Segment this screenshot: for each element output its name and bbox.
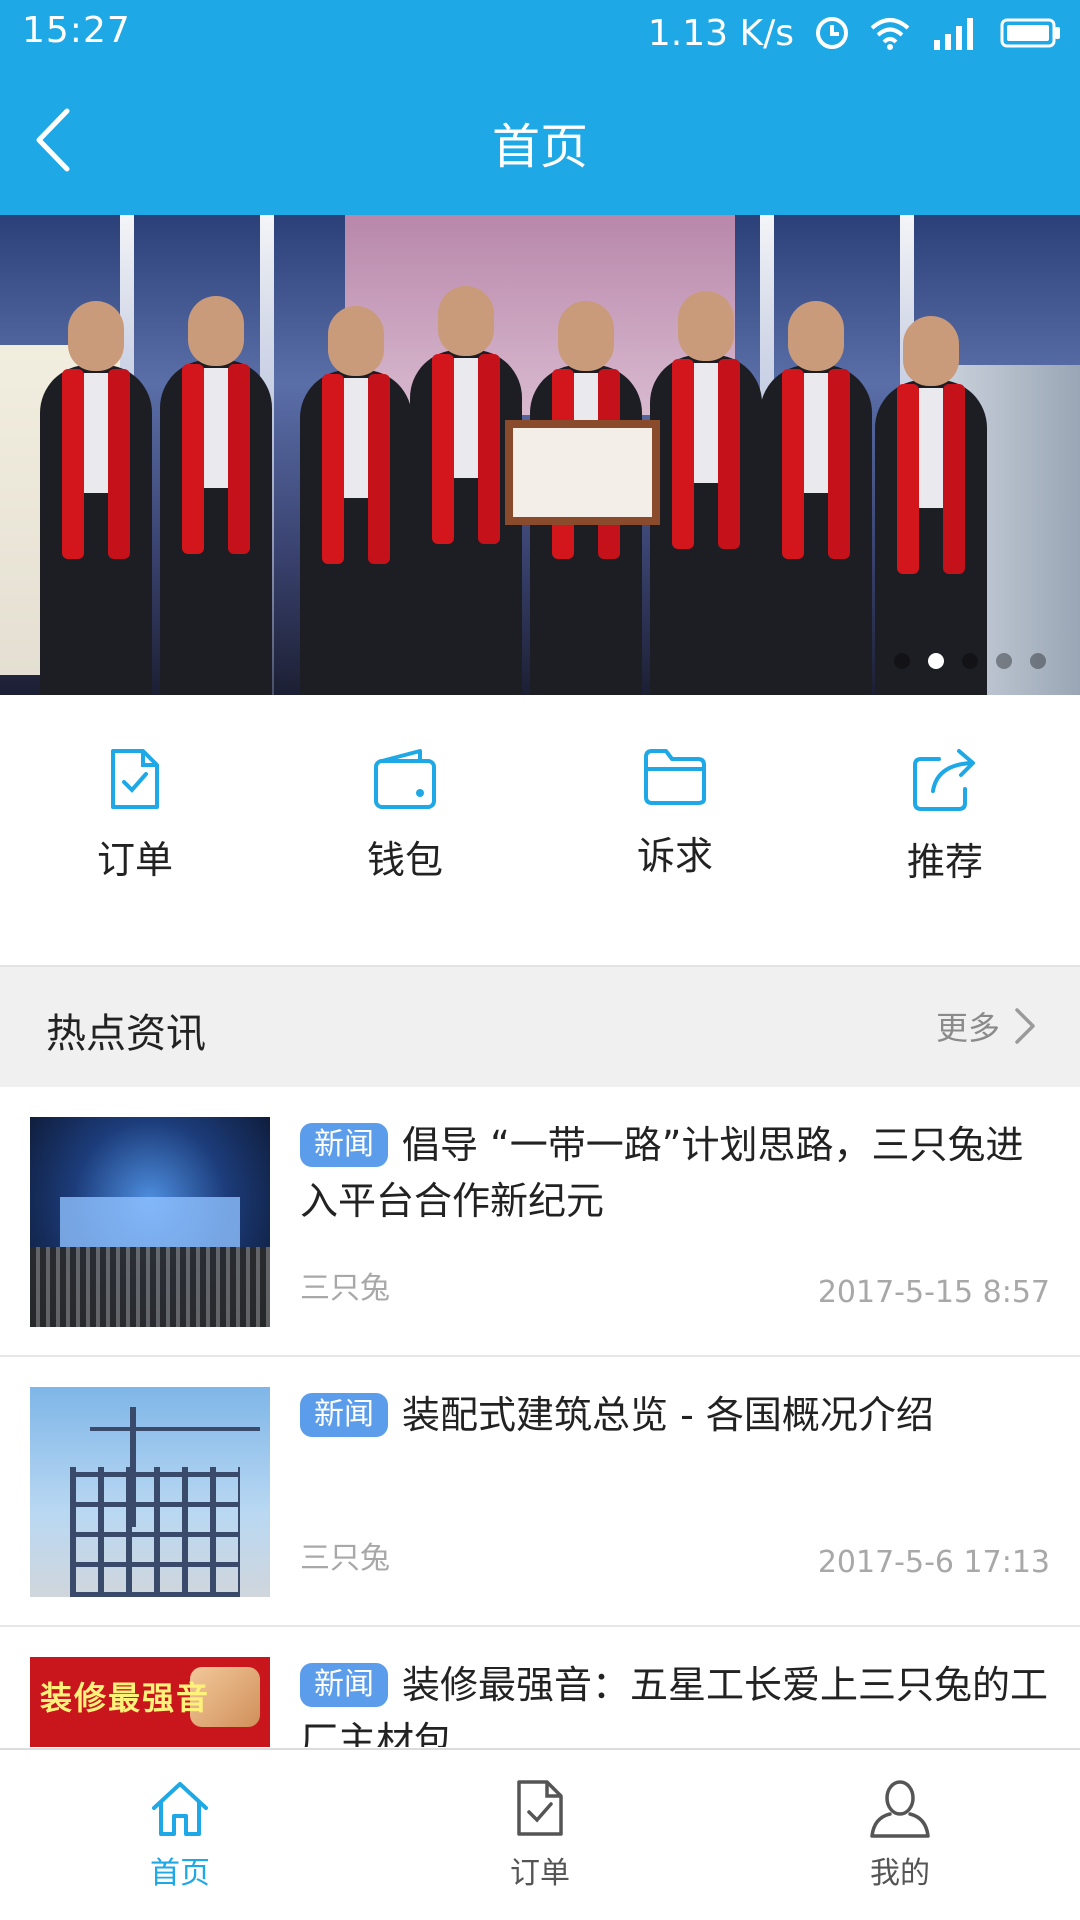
bottom-nav: 首页 订单 我的 xyxy=(0,1748,1080,1920)
news-item[interactable]: 新闻 装配式建筑总览 - 各国概况介绍 三只兔 2017-5-6 17:13 xyxy=(0,1357,1080,1627)
banner-person xyxy=(760,301,872,695)
nav-profile[interactable]: 我的 xyxy=(720,1750,1080,1920)
news-thumbnail xyxy=(30,1117,270,1327)
news-title: 新闻 装配式建筑总览 - 各国概况介绍 xyxy=(300,1387,1050,1443)
news-tag: 新闻 xyxy=(300,1663,388,1707)
carousel-dot[interactable] xyxy=(962,653,978,669)
status-icons: 1.13 K/s xyxy=(648,8,1062,58)
nav-orders[interactable]: 订单 xyxy=(360,1750,720,1920)
news-title-text: 装配式建筑总览 - 各国概况介绍 xyxy=(402,1393,934,1437)
quick-menu: 订单 钱包 诉求 推荐 xyxy=(0,695,1080,965)
news-item[interactable]: 新闻 倡导 “一带一路”计划思路，三只兔进入平台合作新纪元 三只兔 2017-5-… xyxy=(0,1087,1080,1357)
banner-person xyxy=(530,301,642,695)
news-source: 三只兔 xyxy=(300,1541,390,1576)
news-title-text: 装修最强音：五星工长爱上三只兔的工厂主材包 xyxy=(300,1663,1049,1747)
news-thumbnail: 装修最强音 xyxy=(30,1657,270,1747)
signal-icon xyxy=(930,14,980,52)
banner-person xyxy=(160,296,272,695)
order-document-icon xyxy=(517,1780,563,1836)
banner-carousel[interactable] xyxy=(0,215,1080,695)
thumbnail-ad-text: 装修最强音 xyxy=(40,1679,211,1717)
nav-label: 我的 xyxy=(870,1856,930,1891)
home-icon xyxy=(152,1782,208,1836)
banner-person xyxy=(650,291,762,695)
folder-icon xyxy=(644,749,706,805)
page-title: 首页 xyxy=(491,119,588,175)
wifi-icon xyxy=(870,16,910,50)
news-list: 新闻 倡导 “一带一路”计划思路，三只兔进入平台合作新纪元 三只兔 2017-5-… xyxy=(0,1087,1080,1747)
app-screen: 15:27 1.13 K/s 首页 订单 钱包 诉求 推荐 热点资讯 更多 新闻… xyxy=(0,0,1080,1920)
network-speed: 1.13 K/s xyxy=(647,12,794,54)
news-title: 新闻 倡导 “一带一路”计划思路，三只兔进入平台合作新纪元 xyxy=(300,1117,1050,1229)
banner-plaque xyxy=(505,420,660,525)
quick-item-recommend[interactable]: 推荐 xyxy=(810,695,1080,965)
share-icon xyxy=(913,749,975,811)
carousel-dot[interactable] xyxy=(1030,653,1046,669)
news-tag: 新闻 xyxy=(300,1123,388,1167)
news-tag: 新闻 xyxy=(300,1393,388,1437)
quick-item-orders[interactable]: 订单 xyxy=(0,695,270,965)
wallet-icon xyxy=(374,749,436,809)
carousel-indicator[interactable] xyxy=(894,653,1046,669)
quick-item-label: 推荐 xyxy=(906,840,983,884)
carousel-dot[interactable] xyxy=(894,653,910,669)
user-icon xyxy=(870,1780,930,1838)
status-time: 15:27 xyxy=(22,10,131,51)
order-document-icon xyxy=(111,749,159,809)
hot-news-header: 热点资讯 更多 xyxy=(0,965,1080,1087)
battery-icon xyxy=(1000,16,1062,50)
chevron-right-icon xyxy=(1015,1008,1035,1044)
carousel-dot[interactable] xyxy=(996,653,1012,669)
quick-item-wallet[interactable]: 钱包 xyxy=(270,695,540,965)
quick-item-appeal[interactable]: 诉求 xyxy=(540,695,810,965)
banner-person xyxy=(875,316,987,695)
more-label: 更多 xyxy=(935,1009,1000,1047)
top-bar: 15:27 1.13 K/s 首页 xyxy=(0,0,1080,215)
carousel-dot[interactable] xyxy=(928,653,944,669)
news-time: 2017-5-15 8:57 xyxy=(817,1275,1050,1310)
news-source: 三只兔 xyxy=(300,1271,390,1306)
news-thumbnail xyxy=(30,1387,270,1597)
section-title: 热点资讯 xyxy=(46,1011,206,1057)
banner-person xyxy=(40,301,152,695)
quick-item-label: 诉求 xyxy=(636,834,713,878)
alarm-icon xyxy=(814,15,850,51)
news-time: 2017-5-6 17:13 xyxy=(817,1545,1050,1580)
quick-item-label: 钱包 xyxy=(366,838,443,882)
nav-home[interactable]: 首页 xyxy=(0,1750,360,1920)
news-title: 新闻 装修最强音：五星工长爱上三只兔的工厂主材包 xyxy=(300,1657,1050,1747)
nav-label: 订单 xyxy=(510,1856,570,1891)
news-item[interactable]: 装修最强音 新闻 装修最强音：五星工长爱上三只兔的工厂主材包 xyxy=(0,1627,1080,1747)
more-link[interactable]: 更多 xyxy=(936,1003,1036,1049)
quick-item-label: 订单 xyxy=(96,838,173,882)
banner-person xyxy=(300,306,412,695)
news-title-text: 倡导 “一带一路”计划思路，三只兔进入平台合作新纪元 xyxy=(300,1123,1024,1223)
nav-label: 首页 xyxy=(150,1856,210,1891)
